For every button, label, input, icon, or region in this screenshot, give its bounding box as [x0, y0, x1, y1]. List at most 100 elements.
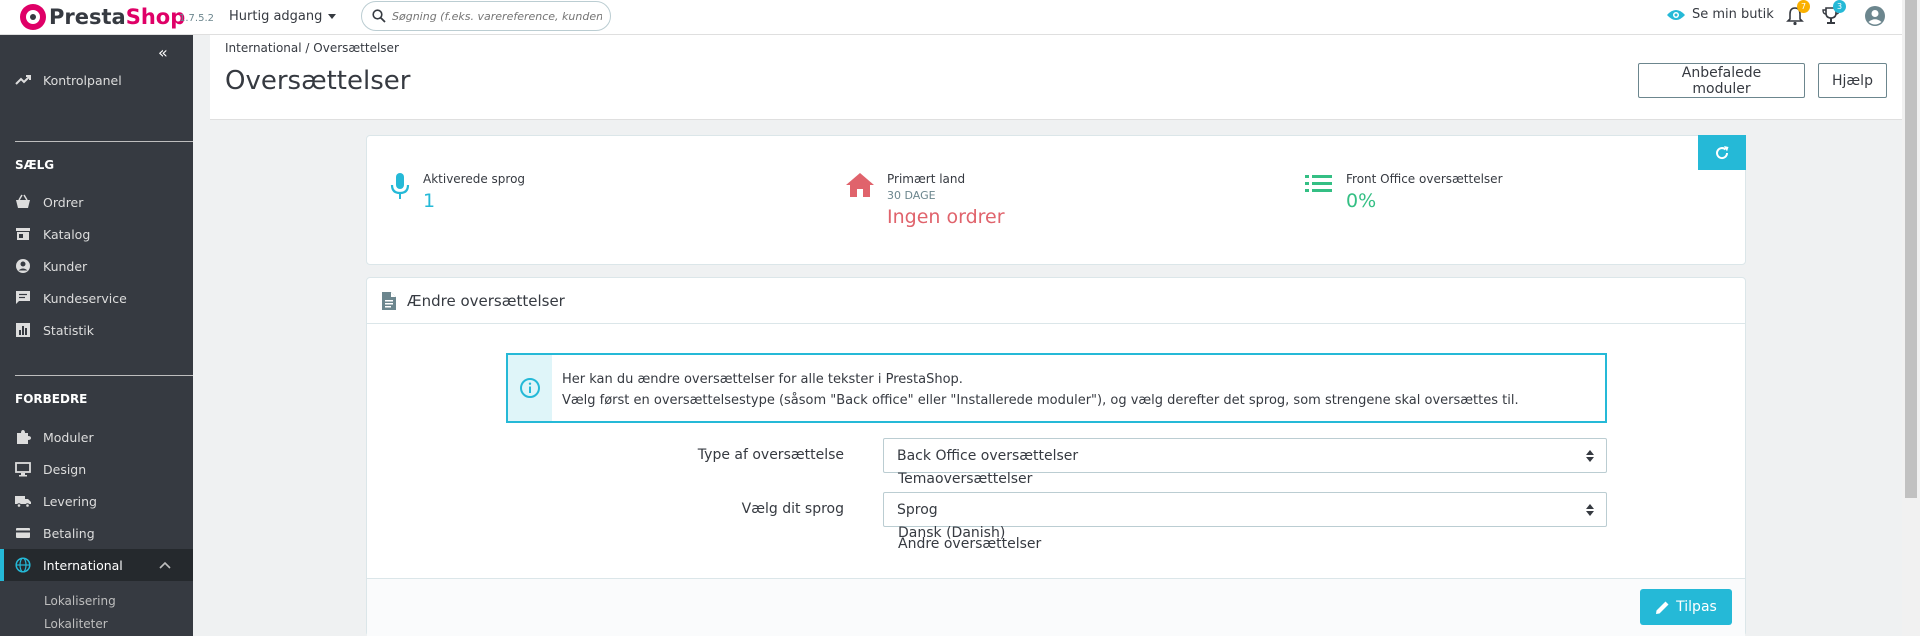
- search-box[interactable]: [361, 1, 611, 31]
- collapse-sidebar-icon[interactable]: «: [158, 43, 168, 62]
- sidebar-item-design[interactable]: Design: [0, 453, 193, 485]
- account-circle-icon: [16, 259, 30, 273]
- language-value: Sprog: [897, 501, 938, 518]
- translation-type-label: Type af oversættelse: [697, 447, 844, 463]
- alert-line-1: Her kan du ændre oversættelser for alle …: [562, 372, 963, 387]
- sidebar-item-label: Kunder: [43, 258, 88, 274]
- quick-access-dropdown[interactable]: Hurtig adgang: [229, 9, 337, 24]
- see-shop-label: Se min butik: [1692, 7, 1774, 22]
- basket-icon: [16, 194, 30, 208]
- sidebar-item-shipping[interactable]: Levering: [0, 485, 193, 517]
- modify-button-label: Tilpas: [1676, 599, 1717, 615]
- panel-footer: [367, 578, 1745, 636]
- kpi-value: Ingen ordrer: [887, 206, 1005, 228]
- sidebar-item-label: Statistik: [43, 322, 94, 338]
- puzzle-icon: [17, 430, 31, 444]
- kpi-enabled-languages: Aktiverede sprog 1: [389, 172, 525, 212]
- translation-type-select[interactable]: Back Office oversættelser: [883, 438, 1607, 473]
- panel-header: Ændre oversættelser: [367, 278, 1745, 324]
- kpi-title: Aktiverede sprog: [423, 172, 526, 186]
- page-toolbar: International / Oversættelser Oversættel…: [210, 35, 1902, 120]
- sidebar-item-catalog[interactable]: Katalog: [0, 218, 193, 250]
- notifications-button[interactable]: 7: [1784, 0, 1810, 27]
- recommended-modules-button[interactable]: Anbefalede moduler: [1638, 63, 1805, 98]
- list-icon: [1305, 175, 1332, 192]
- sidebar-section-improve: FORBEDRE: [15, 392, 88, 406]
- alert-line-2: Vælg først en oversættelsestype (såsom "…: [562, 393, 1519, 408]
- eye-icon: [1667, 9, 1685, 20]
- scrollbar-thumb[interactable]: [1905, 0, 1917, 498]
- pencil-icon: [1656, 601, 1669, 614]
- sidebar-divider: [15, 375, 193, 376]
- store-icon: [16, 228, 30, 240]
- sidebar-item-payment[interactable]: Betaling: [0, 517, 193, 549]
- sidebar-item-label: Ordrer: [43, 194, 84, 210]
- sidebar-item-customers[interactable]: Kunder: [0, 250, 193, 282]
- select-arrows-icon: [1586, 503, 1594, 517]
- sidebar-item-label: Katalog: [43, 226, 91, 242]
- credit-card-icon: [16, 528, 30, 538]
- microphone-icon: [390, 173, 410, 199]
- page-scrollbar[interactable]: [1902, 0, 1920, 636]
- language-select[interactable]: Sprog: [883, 492, 1607, 527]
- notifications-badge: 7: [1797, 0, 1810, 13]
- sidebar-subitem-localization[interactable]: Lokalisering: [44, 594, 116, 608]
- search-icon: [372, 9, 386, 23]
- select-arrows-icon: [1586, 449, 1594, 463]
- refresh-kpi-button[interactable]: [1698, 135, 1746, 170]
- sidebar-item-label: Betaling: [43, 525, 95, 541]
- sidebar-item-dashboard[interactable]: Kontrolpanel: [0, 64, 193, 96]
- help-button[interactable]: Hjælp: [1818, 63, 1887, 98]
- sidebar-item-customer-service[interactable]: Kundeservice: [0, 282, 193, 314]
- breadcrumb-current: Oversættelser: [313, 41, 399, 55]
- sidebar-item-international[interactable]: International: [0, 549, 193, 581]
- bar-chart-icon: [16, 323, 30, 337]
- user-menu-button[interactable]: [1864, 5, 1886, 27]
- alert-icon-box: [508, 355, 552, 421]
- account-circle-icon: [1865, 6, 1885, 26]
- modify-translations-panel: Ændre oversættelser Her kan du ændre ove…: [366, 277, 1746, 636]
- modify-button[interactable]: Tilpas: [1640, 589, 1732, 625]
- truck-icon: [15, 496, 31, 508]
- sidebar-item-label: Kontrolpanel: [43, 72, 122, 88]
- home-icon: [846, 173, 874, 197]
- see-shop-link[interactable]: Se min butik: [1666, 7, 1774, 22]
- theme-translations-option[interactable]: Temaoversættelser: [898, 471, 1032, 487]
- info-alert: Her kan du ændre oversættelser for alle …: [506, 353, 1607, 423]
- sidebar-item-stats[interactable]: Statistik: [0, 314, 193, 346]
- search-input[interactable]: [392, 9, 602, 23]
- sidebar-item-modules[interactable]: Moduler: [0, 421, 193, 453]
- sidebar-subitem-locations[interactable]: Lokaliteter: [44, 617, 108, 631]
- kpi-main-country: Primært land 30 DAGE Ingen ordrer: [845, 172, 1005, 228]
- refresh-icon: [1716, 145, 1729, 159]
- kpi-title: Primært land: [887, 172, 966, 186]
- version-label: 1.7.5.2: [179, 13, 214, 24]
- sidebar-section-sell: SÆLG: [15, 158, 55, 172]
- kpi-value: 1: [423, 190, 436, 212]
- sidebar: « Kontrolpanel SÆLG Ordrer Katalog Kunde…: [0, 35, 193, 636]
- kpi-row: Aktiverede sprog 1 Primært land 30 DAGE …: [366, 135, 1746, 265]
- kpi-subtitle: 30 DAGE: [887, 189, 936, 202]
- kpi-title: Front Office oversættelser: [1346, 172, 1503, 186]
- info-icon: [520, 378, 540, 398]
- alert-text: Her kan du ændre oversættelser for alle …: [552, 355, 1529, 421]
- sidebar-item-label: Levering: [43, 493, 97, 509]
- other-translations-option[interactable]: Andre oversættelser: [898, 536, 1041, 552]
- sidebar-item-orders[interactable]: Ordrer: [0, 186, 193, 218]
- chat-icon: [16, 291, 30, 304]
- page-title: Oversættelser: [225, 66, 411, 96]
- top-header: PrestaShop 1.7.5.2 Hurtig adgang Se min …: [0, 0, 1902, 35]
- breadcrumb: International / Oversættelser: [225, 41, 399, 55]
- monitor-icon: [15, 462, 31, 477]
- sidebar-divider: [15, 141, 193, 142]
- kpi-value: 0%: [1346, 190, 1377, 212]
- trending-up-icon: [15, 75, 31, 85]
- breadcrumb-parent[interactable]: International: [225, 41, 302, 55]
- document-icon: [382, 291, 396, 310]
- prestashop-logo[interactable]: PrestaShop: [20, 4, 185, 30]
- language-label: Vælg dit sprog: [741, 501, 844, 517]
- logo-icon: [20, 4, 46, 30]
- kpi-front-office-translations: Front Office oversættelser 0%: [1304, 172, 1503, 212]
- sidebar-item-label: Moduler: [43, 429, 94, 445]
- achievements-button[interactable]: 3: [1820, 0, 1846, 27]
